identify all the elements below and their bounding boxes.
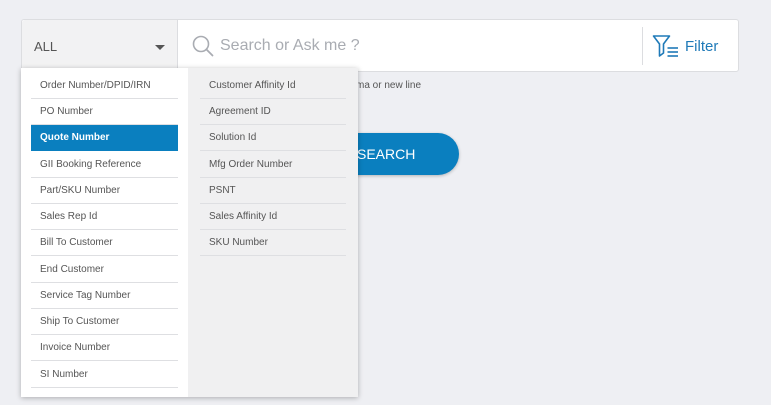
- filter-label: Filter: [685, 37, 719, 55]
- dropdown-option[interactable]: GII Booking Reference: [31, 152, 178, 178]
- dropdown-option-selected[interactable]: Quote Number: [31, 125, 178, 151]
- filter-icon: [652, 34, 680, 58]
- scope-select-value: ALL: [34, 39, 58, 54]
- scope-select[interactable]: ALL: [22, 20, 178, 71]
- dropdown-option[interactable]: SKU Number: [200, 230, 346, 256]
- dropdown-option[interactable]: PSNT: [200, 178, 346, 204]
- dropdown-option[interactable]: Part/SKU Number: [31, 178, 178, 204]
- dropdown-option[interactable]: SI Number: [31, 362, 178, 388]
- search-input[interactable]: [220, 28, 630, 64]
- dropdown-option[interactable]: Ship To Customer: [31, 309, 178, 335]
- dropdown-option[interactable]: Order Number/DPID/IRN: [31, 73, 178, 99]
- dropdown-option[interactable]: Solution Id: [200, 125, 346, 151]
- filter-divider: [642, 27, 643, 65]
- dropdown-option[interactable]: Sales Affinity Id: [200, 204, 346, 230]
- search-bar: ALL Filter: [21, 19, 739, 72]
- filter-button[interactable]: Filter: [652, 32, 732, 60]
- dropdown-option[interactable]: End Customer: [31, 257, 178, 283]
- scope-dropdown: Order Number/DPID/IRN PO Number Quote Nu…: [21, 68, 358, 397]
- chevron-down-icon: [155, 45, 165, 50]
- dropdown-option[interactable]: Sales Rep Id: [31, 204, 178, 230]
- dropdown-option[interactable]: Bill To Customer: [31, 230, 178, 256]
- search-hint: ma or new line: [356, 80, 422, 91]
- dropdown-option[interactable]: Customer Affinity Id: [200, 73, 346, 99]
- dropdown-option[interactable]: PO Number: [31, 99, 178, 125]
- dropdown-column-left: Order Number/DPID/IRN PO Number Quote Nu…: [21, 68, 188, 397]
- dropdown-option[interactable]: Mfg Order Number: [200, 152, 346, 178]
- dropdown-option[interactable]: Service Tag Number: [31, 283, 178, 309]
- dropdown-option[interactable]: Agreement ID: [200, 99, 346, 125]
- search-icon: [192, 35, 214, 57]
- dropdown-column-right: Customer Affinity Id Agreement ID Soluti…: [188, 68, 358, 397]
- dropdown-option[interactable]: Invoice Number: [31, 335, 178, 361]
